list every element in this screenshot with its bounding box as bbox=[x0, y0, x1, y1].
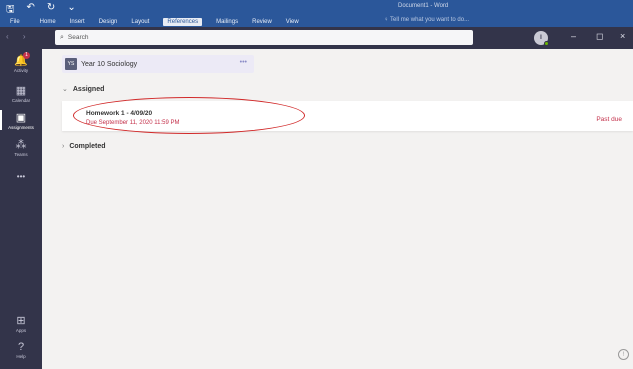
document-title: Document1 - Word bbox=[398, 3, 449, 9]
assigned-heading: Assigned bbox=[72, 86, 105, 93]
chevron-down-icon: ⌄ bbox=[62, 86, 68, 93]
rail-item-label: Help bbox=[16, 354, 26, 359]
rail-item-activity[interactable]: 🔔 1 Activity bbox=[0, 52, 42, 73]
minimize-icon[interactable]: – bbox=[571, 31, 576, 41]
ribbon-menu: File Home Insert Design Layout Reference… bbox=[0, 16, 633, 27]
annotation-circle bbox=[73, 97, 305, 134]
rail-item-label: Calendar bbox=[11, 98, 31, 103]
menu-design[interactable]: Design bbox=[99, 19, 118, 25]
maximize-icon[interactable]: ◻ bbox=[596, 31, 603, 42]
avatar-initials: I bbox=[540, 35, 542, 41]
menu-mailings[interactable]: Mailings bbox=[216, 19, 238, 25]
class-selector[interactable]: YS Year 10 Sociology ••• bbox=[62, 55, 254, 73]
teams-title-bar: ‹ › ⌕ Search I – ◻ × bbox=[0, 27, 633, 49]
menu-home[interactable]: Home bbox=[40, 19, 56, 25]
menu-layout[interactable]: Layout bbox=[131, 19, 149, 25]
word-ribbon: 🖫 ↶ ↻ ⌄ Document1 - Word File Home Inser… bbox=[0, 0, 633, 27]
search-icon: ⌕ bbox=[60, 33, 64, 41]
rail-item-more[interactable]: ••• bbox=[0, 171, 42, 183]
rail-item-calendar[interactable]: ▦ Calendar bbox=[0, 85, 42, 103]
history-nav: ‹ › bbox=[6, 32, 32, 41]
teams-icon: ⁂ bbox=[15, 139, 27, 151]
menu-view[interactable]: View bbox=[286, 19, 299, 25]
more-icon: ••• bbox=[16, 172, 26, 181]
rail-item-label: Activity bbox=[13, 68, 29, 73]
status-badge: Past due bbox=[596, 116, 622, 123]
presence-available-icon bbox=[544, 41, 549, 46]
rail-item-label: Apps bbox=[15, 328, 27, 333]
close-icon[interactable]: × bbox=[620, 31, 625, 41]
apps-icon: ⊞ bbox=[16, 315, 26, 327]
rail-item-assignments[interactable]: ▣ Assignments bbox=[0, 110, 42, 130]
assigned-section-header[interactable]: ⌄ Assigned bbox=[62, 85, 104, 93]
activity-badge: 1 bbox=[23, 52, 30, 59]
calendar-icon: ▦ bbox=[15, 85, 27, 97]
completed-section-header[interactable]: › Completed bbox=[62, 143, 106, 150]
search-placeholder: Search bbox=[67, 34, 89, 41]
completed-heading: Completed bbox=[69, 143, 106, 150]
menu-references[interactable]: References bbox=[163, 17, 203, 26]
assignments-icon: ▣ bbox=[15, 112, 27, 124]
back-icon[interactable]: ‹ bbox=[6, 32, 15, 41]
tell-me-search[interactable]: ♀ Tell me what you want to do... bbox=[384, 17, 469, 23]
class-avatar: YS bbox=[65, 58, 77, 70]
forward-icon[interactable]: › bbox=[23, 32, 32, 41]
menu-review[interactable]: Review bbox=[252, 19, 272, 25]
rail-item-label: Assignments bbox=[8, 125, 34, 130]
app-rail: 🔔 1 Activity ▦ Calendar ▣ Assignments ⁂ … bbox=[0, 49, 42, 369]
feedback-icon[interactable]: ! bbox=[618, 349, 629, 360]
rail-item-teams[interactable]: ⁂ Teams bbox=[0, 139, 42, 157]
menu-file[interactable]: File bbox=[10, 19, 20, 25]
rail-item-label: Teams bbox=[14, 152, 28, 157]
avatar[interactable]: I bbox=[534, 31, 549, 46]
bell-icon: 🔔 bbox=[14, 55, 28, 67]
more-options-icon[interactable]: ••• bbox=[240, 59, 247, 66]
rail-item-apps[interactable]: ⊞ Apps bbox=[0, 315, 42, 333]
help-icon: ? bbox=[17, 341, 25, 353]
chevron-right-icon: › bbox=[62, 143, 65, 150]
rail-item-help[interactable]: ? Help bbox=[0, 341, 42, 359]
assignments-pane: YS Year 10 Sociology ••• ⌄ Assigned Homew… bbox=[42, 49, 633, 369]
class-name: Year 10 Sociology bbox=[81, 60, 138, 68]
menu-insert[interactable]: Insert bbox=[70, 19, 85, 25]
search-input[interactable]: ⌕ Search bbox=[55, 30, 473, 45]
